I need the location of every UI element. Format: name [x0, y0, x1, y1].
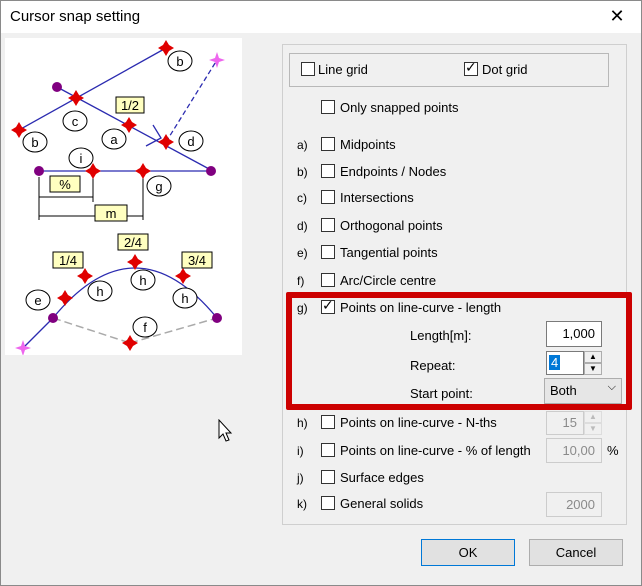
option-key: b) — [297, 165, 308, 179]
only-snapped-checkbox[interactable] — [321, 100, 335, 114]
mouse-cursor-icon — [218, 419, 233, 442]
cancel-button[interactable]: Cancel — [529, 539, 623, 566]
endpoints-checkbox[interactable] — [321, 164, 335, 178]
chevron-down-icon: ⌵ — [607, 381, 616, 393]
option-key: k) — [297, 497, 307, 511]
diagram-label: d — [187, 134, 194, 149]
dialog-title: Cursor snap setting — [10, 8, 141, 25]
dot-grid-label: Dot grid — [482, 62, 528, 77]
diagram-label: 2/4 — [124, 235, 142, 250]
line-grid-checkbox[interactable] — [301, 62, 315, 76]
start-point-label: Start point: — [410, 386, 473, 401]
intersections-checkbox[interactable] — [321, 190, 335, 204]
orthogonal-checkbox[interactable] — [321, 218, 335, 232]
option-key: e) — [297, 246, 308, 260]
points-nths-checkbox[interactable] — [321, 415, 335, 429]
general-solids-checkbox[interactable] — [321, 496, 335, 510]
spin-down-icon[interactable]: ▼ — [584, 363, 602, 375]
diagram-label: 1/2 — [121, 98, 139, 113]
points-percent-label: Points on line-curve - % of length — [340, 443, 531, 458]
length-label: Length[m]: — [410, 328, 472, 343]
diagram-label: h — [96, 284, 103, 299]
points-length-checkbox[interactable] — [321, 298, 335, 314]
diagram-label: 3/4 — [188, 253, 206, 268]
points-length-label: Points on line-curve - length — [340, 300, 502, 315]
option-key: f) — [297, 274, 305, 288]
diagram-label: h — [139, 273, 146, 288]
only-snapped-label: Only snapped points — [340, 100, 459, 115]
option-key: c) — [297, 191, 307, 205]
arc-centre-checkbox[interactable] — [321, 273, 335, 287]
diagram-label: a — [110, 132, 118, 147]
endpoints-label: Endpoints / Nodes — [340, 164, 447, 179]
percent-input[interactable]: 10,00 — [546, 438, 602, 463]
tangential-checkbox[interactable] — [321, 245, 335, 259]
diagram-label: h — [181, 291, 188, 306]
line-grid-label: Line grid — [318, 62, 368, 77]
diagram-label: c — [72, 114, 79, 129]
snap-diagram: b c 1/2 a b d i % g m 2/4 1/4 3/4 h h h … — [11, 40, 225, 356]
midpoints-label: Midpoints — [340, 137, 396, 152]
spin-up-icon[interactable]: ▲ — [584, 351, 602, 363]
solids-input[interactable]: 2000 — [546, 492, 602, 517]
repeat-value: 4 — [549, 355, 561, 370]
intersections-label: Intersections — [340, 190, 414, 205]
points-nths-label: Points on line-curve - N-ths — [340, 415, 497, 430]
option-key: d) — [297, 219, 308, 233]
repeat-spinner[interactable]: ▲ ▼ — [584, 351, 602, 375]
orthogonal-label: Orthogonal points — [340, 218, 443, 233]
repeat-label: Repeat: — [410, 358, 456, 373]
diagram-label: f — [143, 320, 147, 335]
start-point-value: Both — [550, 383, 577, 398]
nths-input[interactable]: 15 — [546, 411, 584, 435]
ok-button[interactable]: OK — [421, 539, 515, 566]
tangential-label: Tangential points — [340, 245, 438, 260]
length-input[interactable]: 1,000 — [546, 321, 602, 347]
diagram-label: g — [155, 179, 162, 194]
percent-unit: % — [607, 443, 619, 458]
close-icon[interactable]: ✕ — [597, 1, 637, 33]
diagram-label: % — [59, 177, 71, 192]
diagram-label: i — [80, 151, 83, 166]
arc-centre-label: Arc/Circle centre — [340, 273, 437, 288]
option-key: h) — [297, 416, 308, 430]
spin-down-icon[interactable]: ▼ — [584, 423, 602, 435]
diagram-label: b — [31, 135, 38, 150]
start-point-select[interactable]: Both ⌵ — [544, 378, 622, 404]
option-key: j) — [297, 471, 304, 485]
diagram-label: m — [106, 206, 117, 221]
spin-up-icon[interactable]: ▲ — [584, 411, 602, 423]
diagram-label: 1/4 — [59, 253, 77, 268]
midpoints-checkbox[interactable] — [321, 137, 335, 151]
option-key: i) — [297, 444, 304, 458]
points-percent-checkbox[interactable] — [321, 443, 335, 457]
nths-spinner[interactable]: ▲ ▼ — [584, 411, 602, 435]
dialog-window: Cursor snap setting ✕ b c 1/2 a b d i % … — [0, 0, 642, 586]
repeat-input[interactable]: 4 — [546, 351, 584, 375]
option-key: a) — [297, 138, 308, 152]
surface-edges-checkbox[interactable] — [321, 470, 335, 484]
snap-illustration: b c 1/2 a b d i % g m 2/4 1/4 3/4 h h h … — [5, 38, 242, 356]
dot-grid-checkbox[interactable] — [464, 60, 478, 76]
general-solids-label: General solids — [340, 496, 424, 511]
diagram-label: b — [176, 54, 183, 69]
option-key: g) — [297, 301, 308, 315]
title-bar: Cursor snap setting ✕ — [1, 1, 641, 33]
surface-edges-label: Surface edges — [340, 470, 424, 485]
diagram-label: e — [34, 293, 41, 308]
